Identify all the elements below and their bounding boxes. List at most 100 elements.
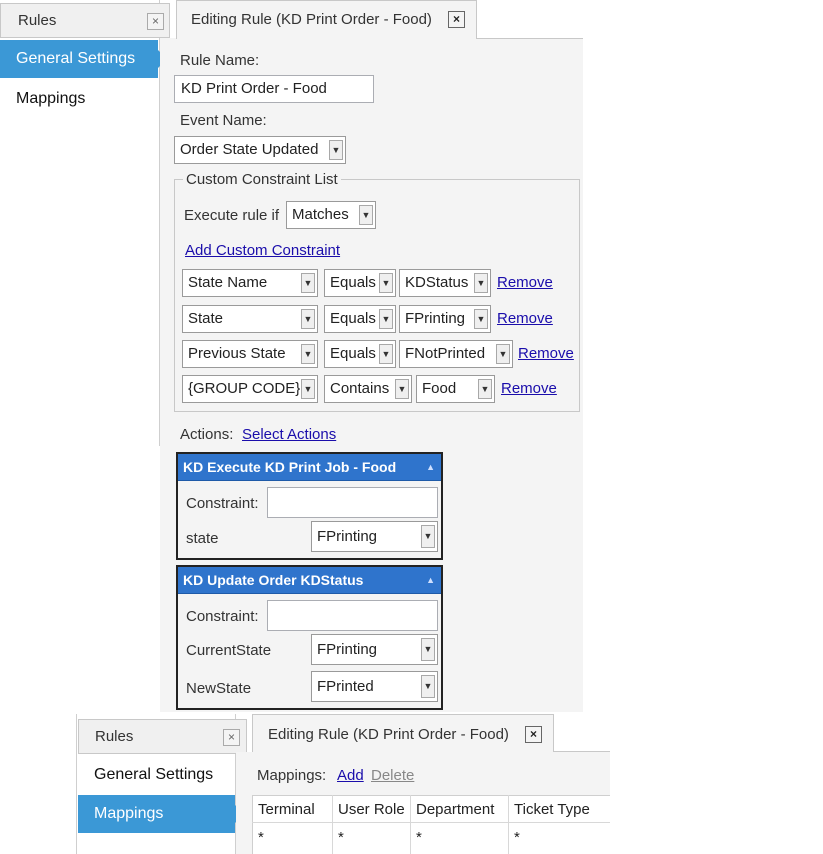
param-value: FPrinted [317, 678, 374, 695]
action-header[interactable]: KD Update Order KDStatus ▲ [178, 567, 441, 594]
constraint-op-select[interactable]: Contains ▼ [324, 375, 412, 403]
chevron-down-icon: ▼ [421, 638, 435, 661]
remove-constraint-link[interactable]: Remove [501, 380, 557, 397]
column-divider [332, 795, 333, 854]
chevron-down-icon: ▼ [301, 273, 315, 293]
close-icon[interactable]: × [525, 726, 542, 743]
constraint-value-value: FPrinting [405, 310, 466, 327]
rules-tab[interactable]: Rules × [78, 719, 247, 754]
rule-name-label: Rule Name: [180, 52, 260, 69]
constraint-value-value: Food [422, 380, 457, 397]
param-label: NewState [186, 680, 252, 697]
param-select[interactable]: FPrinting ▼ [311, 521, 438, 552]
constraint-legend: Custom Constraint List [183, 171, 341, 188]
chevron-down-icon: ▼ [421, 675, 435, 698]
chevron-down-icon: ▼ [379, 344, 393, 364]
constraint-field-value: State Name [188, 274, 268, 291]
constraint-field-value: Previous State [188, 345, 286, 362]
event-name-label: Event Name: [180, 112, 267, 129]
action-header[interactable]: KD Execute KD Print Job - Food ▲ [178, 454, 441, 481]
constraint-op-value: Equals [330, 310, 376, 327]
constraint-op-value: Equals [330, 345, 376, 362]
constraint-label: Constraint: [186, 495, 259, 512]
constraint-label: Constraint: [186, 608, 259, 625]
table-cell[interactable]: * [514, 829, 520, 846]
constraint-op-value: Equals [330, 274, 376, 291]
column-header[interactable]: User Role [338, 801, 405, 818]
table-cell[interactable]: * [416, 829, 422, 846]
nav-general-settings[interactable]: General Settings [78, 756, 235, 794]
param-value: FPrinting [317, 641, 378, 658]
action-card: KD Update Order KDStatus ▲ Constraint: C… [176, 565, 443, 710]
rules-tab[interactable]: Rules × [0, 3, 170, 38]
execute-rule-label: Execute rule if [184, 207, 280, 224]
chevron-down-icon: ▼ [496, 344, 510, 364]
rules-tab-label: Rules [18, 12, 57, 29]
table-cell[interactable]: * [258, 829, 264, 846]
delete-mapping-link[interactable]: Delete [371, 767, 414, 784]
chevron-down-icon: ▼ [359, 205, 373, 225]
rules-tab-label: Rules [95, 728, 134, 745]
select-actions-link[interactable]: Select Actions [242, 426, 336, 443]
remove-constraint-link[interactable]: Remove [518, 345, 574, 362]
collapse-icon[interactable]: ▲ [426, 567, 435, 594]
constraint-field-select[interactable]: State ▼ [182, 305, 318, 333]
column-divider [508, 795, 509, 854]
constraint-value-select[interactable]: Food ▼ [416, 375, 495, 403]
constraint-input[interactable] [267, 487, 438, 518]
nav-mappings[interactable]: Mappings [78, 795, 244, 833]
add-mapping-link[interactable]: Add [337, 767, 364, 784]
add-custom-constraint-link[interactable]: Add Custom Constraint [185, 242, 340, 259]
rule-name-input[interactable]: KD Print Order - Food [174, 75, 374, 103]
editing-tab[interactable]: Editing Rule (KD Print Order - Food) × [252, 714, 554, 752]
column-divider [410, 795, 411, 854]
chevron-down-icon: ▼ [301, 309, 315, 329]
column-header[interactable]: Department [416, 801, 494, 818]
constraint-op-select[interactable]: Equals ▼ [324, 340, 396, 368]
constraint-value-select[interactable]: KDStatus ▼ [399, 269, 491, 297]
action-title: KD Execute KD Print Job - Food [183, 459, 397, 475]
close-icon[interactable]: × [448, 11, 465, 28]
collapse-icon[interactable]: ▲ [426, 454, 435, 481]
chevron-down-icon: ▼ [379, 273, 393, 293]
constraint-op-select[interactable]: Equals ▼ [324, 305, 396, 333]
editing-tab[interactable]: Editing Rule (KD Print Order - Food) × [176, 0, 477, 39]
editing-tab-label: Editing Rule (KD Print Order - Food) [191, 11, 432, 28]
column-header[interactable]: Ticket Type [514, 801, 590, 818]
constraint-value-select[interactable]: FPrinting ▼ [399, 305, 491, 333]
table-cell[interactable]: * [338, 829, 344, 846]
param-select[interactable]: FPrinting ▼ [311, 634, 438, 665]
header-divider [252, 822, 610, 823]
constraint-op-select[interactable]: Equals ▼ [324, 269, 396, 297]
constraint-value-select[interactable]: FNotPrinted ▼ [399, 340, 513, 368]
remove-constraint-link[interactable]: Remove [497, 274, 553, 291]
chevron-down-icon: ▼ [474, 309, 488, 329]
execute-rule-value: Matches [292, 206, 349, 223]
actions-label: Actions: [180, 426, 234, 443]
constraint-field-select[interactable]: {GROUP CODE} ▼ [182, 375, 318, 403]
chevron-down-icon: ▼ [478, 379, 492, 399]
event-name-value: Order State Updated [180, 141, 319, 158]
close-icon[interactable]: × [147, 13, 164, 30]
constraint-field-select[interactable]: Previous State ▼ [182, 340, 318, 368]
chevron-down-icon: ▼ [301, 344, 315, 364]
nav-mappings[interactable]: Mappings [0, 80, 158, 118]
event-name-select[interactable]: Order State Updated ▼ [174, 136, 346, 164]
close-icon[interactable]: × [223, 729, 240, 746]
bottom-blank [0, 714, 78, 854]
remove-constraint-link[interactable]: Remove [497, 310, 553, 327]
param-select[interactable]: FPrinted ▼ [311, 671, 438, 702]
chevron-down-icon: ▼ [474, 273, 488, 293]
editing-tab-label: Editing Rule (KD Print Order - Food) [268, 726, 509, 743]
constraint-field-select[interactable]: State Name ▼ [182, 269, 318, 297]
constraint-field-value: {GROUP CODE} [188, 380, 301, 397]
chevron-down-icon: ▼ [395, 379, 409, 399]
param-value: FPrinting [317, 528, 378, 545]
chevron-down-icon: ▼ [379, 309, 393, 329]
mappings-label: Mappings: [257, 767, 327, 784]
constraint-value-value: KDStatus [405, 274, 469, 291]
column-header[interactable]: Terminal [258, 801, 315, 818]
execute-rule-select[interactable]: Matches ▼ [286, 201, 376, 229]
constraint-input[interactable] [267, 600, 438, 631]
nav-general-settings[interactable]: General Settings [0, 40, 167, 78]
